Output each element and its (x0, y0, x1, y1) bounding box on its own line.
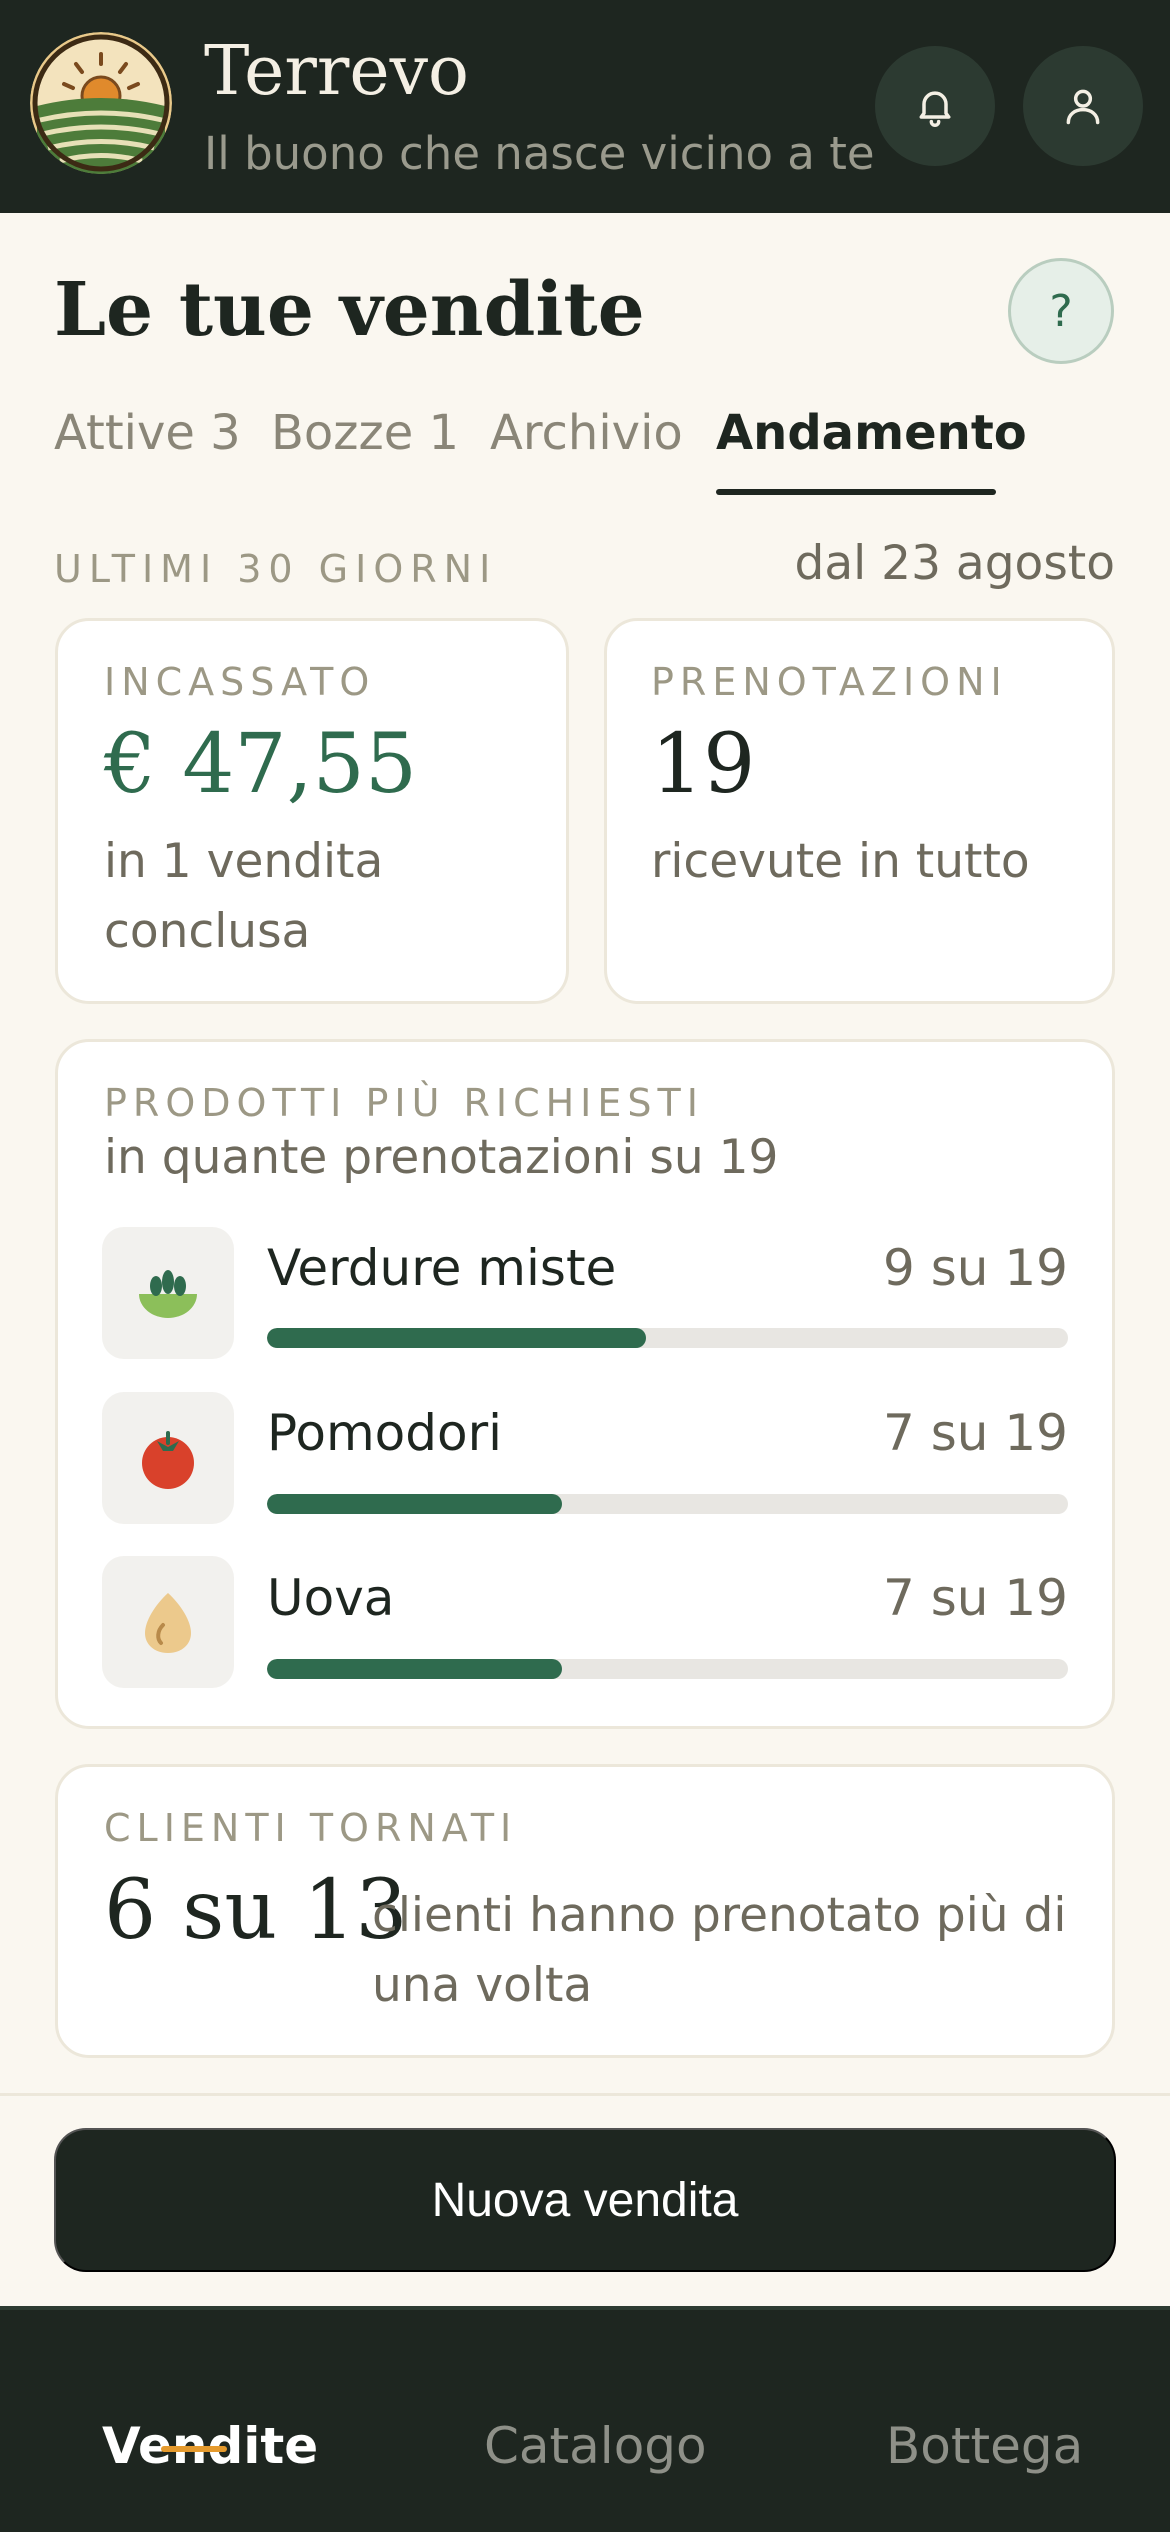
tab-attive[interactable]: Attive 3 (54, 400, 241, 466)
notifications-button[interactable] (875, 46, 995, 166)
nav-item-bottega[interactable]: Bottega (886, 2414, 1083, 2478)
footer-divider (0, 2093, 1170, 2096)
vegetables-icon (102, 1227, 234, 1359)
bookings-card: PRENOTAZIONI 19 ricevute in tutto (604, 618, 1115, 1004)
page-title: Le tue vendite (54, 267, 645, 353)
returning-clients-card: CLIENTI TORNATI 6 su 13 clienti hanno pr… (55, 1764, 1115, 2058)
active-tab-indicator (716, 489, 996, 495)
product-name: Pomodori (267, 1404, 503, 1462)
revenue-note: in 1 vendita conclusa (104, 834, 384, 959)
period-label: ULTIMI 30 GIORNI (54, 547, 498, 591)
product-progress-track (267, 1328, 1068, 1348)
tab-bozze[interactable]: Bozze 1 (271, 400, 459, 466)
help-button[interactable]: ? (1008, 258, 1114, 364)
revenue-value: € 47,55 (104, 717, 417, 812)
app-tagline: Il buono che nasce vicino a te (204, 127, 875, 180)
active-nav-indicator (161, 2446, 227, 2452)
product-progress-track (267, 1659, 1068, 1679)
returning-value: 6 su 13 (104, 1863, 408, 1958)
product-name: Uova (267, 1569, 395, 1627)
top-products-label: PRODOTTI PIÙ RICHIESTI (104, 1081, 704, 1125)
product-count: 9 su 19 (883, 1239, 1068, 1297)
returning-note: clienti hanno prenotato più di una volta (372, 1888, 1067, 2013)
tomato-icon (102, 1392, 234, 1524)
tab-archivio[interactable]: Archivio (490, 400, 683, 466)
returning-label: CLIENTI TORNATI (104, 1806, 518, 1850)
top-products-subtitle: in quante prenotazioni su 19 (104, 1130, 779, 1185)
profile-button[interactable] (1023, 46, 1143, 166)
product-progress-fill (267, 1659, 563, 1679)
product-progress-fill (267, 1328, 647, 1348)
period-start-date: dal 23 agosto (794, 536, 1115, 591)
product-progress-track (267, 1494, 1068, 1514)
app-title: Terrevo (204, 32, 469, 111)
egg-icon (102, 1556, 234, 1688)
app-header: Terrevo Il buono che nasce vicino a te (0, 0, 1170, 213)
revenue-card: INCASSATO € 47,55 in 1 vendita conclusa (55, 618, 569, 1004)
product-name: Verdure miste (267, 1239, 617, 1297)
bookings-value: 19 (651, 717, 756, 812)
bottom-navigation: Vendite Catalogo Bottega (0, 2306, 1170, 2532)
product-progress-fill (267, 1494, 563, 1514)
farm-logo-icon (30, 32, 172, 174)
user-icon (1066, 89, 1100, 125)
product-count: 7 su 19 (883, 1569, 1068, 1627)
bookings-note: ricevute in tutto (651, 834, 1030, 889)
new-sale-button[interactable]: Nuova vendita (54, 2128, 1116, 2272)
revenue-label: INCASSATO (104, 660, 376, 704)
nav-item-catalogo[interactable]: Catalogo (484, 2414, 707, 2478)
product-count: 7 su 19 (883, 1404, 1068, 1462)
tab-andamento[interactable]: Andamento (716, 400, 1027, 466)
bell-icon (919, 91, 951, 127)
bookings-label: PRENOTAZIONI (651, 660, 1008, 704)
